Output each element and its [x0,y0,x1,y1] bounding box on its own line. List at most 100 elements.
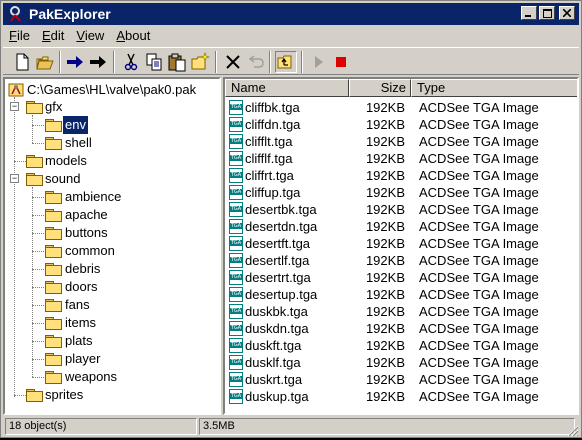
maximize-button[interactable] [539,6,555,20]
tree-item-apache-label[interactable]: apache [65,206,108,224]
tree-item-sprites-label[interactable]: sprites [45,386,83,404]
app-icon [7,5,25,23]
folder-icon [45,227,62,240]
table-row[interactable]: desertft.tga 192KB ACDSee TGA Image [225,235,577,252]
table-row[interactable]: desertdn.tga 192KB ACDSee TGA Image [225,218,577,235]
table-row[interactable]: duskbk.tga 192KB ACDSee TGA Image [225,303,577,320]
folder-icon [45,191,62,204]
tree-item-plats-label[interactable]: plats [65,332,92,350]
file-name: cliffup.tga [245,185,301,200]
file-type: ACDSee TGA Image [419,389,539,404]
table-row[interactable]: cliffbk.tga 192KB ACDSee TGA Image [225,99,577,116]
move-right-icon[interactable] [64,51,86,73]
file-type: ACDSee TGA Image [419,321,539,336]
menu-file[interactable]: File [3,27,36,45]
table-row[interactable]: desertup.tga 192KB ACDSee TGA Image [225,286,577,303]
tree-item-sound-expander[interactable]: − [10,174,19,183]
tga-file-icon [229,219,243,234]
file-size: 192KB [365,151,405,166]
tree-item-gfx-expander[interactable]: − [10,102,19,111]
column-header-type[interactable]: Type [411,79,577,97]
tree-item-gfx-label[interactable]: gfx [45,98,62,116]
file-type: ACDSee TGA Image [419,270,539,285]
file-type: ACDSee TGA Image [419,117,539,132]
menu-about[interactable]: About [110,27,156,45]
file-type: ACDSee TGA Image [419,304,539,319]
tree-item-sound-label[interactable]: sound [45,170,80,188]
tree-item-common-label[interactable]: common [65,242,115,260]
delete-icon[interactable] [222,51,244,73]
file-size: 192KB [365,100,405,115]
table-row[interactable]: cliffdn.tga 192KB ACDSee TGA Image [225,116,577,133]
tree-item-doors-label[interactable]: doors [65,278,98,296]
title-bar[interactable]: PakExplorer [3,3,579,25]
tga-file-icon [229,134,243,149]
play-icon[interactable] [307,51,329,73]
file-size: 192KB [365,202,405,217]
folder-icon [45,209,62,222]
file-size: 192KB [365,185,405,200]
tga-file-icon [229,304,243,319]
tree-item-env-label[interactable]: env [62,115,89,135]
table-row[interactable]: duskdn.tga 192KB ACDSee TGA Image [225,320,577,337]
move-right-black-icon[interactable] [87,51,109,73]
new-file-icon[interactable] [11,51,33,73]
status-total-size: 3.5MB [199,418,575,435]
tga-file-icon [229,270,243,285]
folder-icon [45,245,62,258]
table-row[interactable]: dusklf.tga 192KB ACDSee TGA Image [225,354,577,371]
file-type: ACDSee TGA Image [419,355,539,370]
column-header-size[interactable]: Size [349,79,411,97]
tree-item-items-label[interactable]: items [65,314,96,332]
table-row[interactable]: desertlf.tga 192KB ACDSee TGA Image [225,252,577,269]
menu-edit[interactable]: Edit [36,27,70,45]
table-row[interactable]: clifflt.tga 192KB ACDSee TGA Image [225,133,577,150]
tga-file-icon [229,321,243,336]
tree-item-buttons-label[interactable]: buttons [65,224,108,242]
table-row[interactable]: duskrt.tga 192KB ACDSee TGA Image [225,371,577,388]
folder-up-icon[interactable] [275,51,297,73]
menu-bar: File Edit View About [3,27,156,45]
tga-file-icon [229,202,243,217]
menu-view[interactable]: View [70,27,110,45]
file-type: ACDSee TGA Image [419,372,539,387]
folder-icon [45,371,62,384]
column-header-name[interactable]: Name [225,79,349,97]
stop-icon[interactable] [330,51,352,73]
table-row[interactable]: duskft.tga 192KB ACDSee TGA Image [225,337,577,354]
folder-icon [26,389,43,402]
tree-item-fans-label[interactable]: fans [65,296,90,314]
open-folder-icon[interactable] [34,51,56,73]
file-type: ACDSee TGA Image [419,338,539,353]
folder-icon [26,155,43,168]
file-list-pane[interactable]: Name Size Type cliffbk.tga 192KB ACDSee TG… [223,77,579,415]
resize-grip-icon[interactable] [565,423,579,437]
new-folder-icon[interactable] [189,51,211,73]
tree-item-models-label[interactable]: models [45,152,87,170]
tga-file-icon [229,117,243,132]
table-row[interactable]: desertbk.tga 192KB ACDSee TGA Image [225,201,577,218]
table-row[interactable]: duskup.tga 192KB ACDSee TGA Image [225,388,577,405]
undo-icon[interactable] [245,51,267,73]
table-row[interactable]: cliffup.tga 192KB ACDSee TGA Image [225,184,577,201]
folder-icon [45,263,62,276]
table-row[interactable]: desertrt.tga 192KB ACDSee TGA Image [225,269,577,286]
tree-item-debris-label[interactable]: debris [65,260,100,278]
close-button[interactable] [559,6,575,20]
file-size: 192KB [365,304,405,319]
tree-item-shell-label[interactable]: shell [65,134,92,152]
tree-item-player-label[interactable]: player [65,350,100,368]
paste-icon[interactable] [166,51,188,73]
file-size: 192KB [365,372,405,387]
file-name: duskup.tga [245,389,309,404]
table-row[interactable]: cliffrt.tga 192KB ACDSee TGA Image [225,167,577,184]
folder-icon [45,119,62,132]
tree-item-weapons-label[interactable]: weapons [65,368,117,386]
tga-file-icon [229,355,243,370]
copy-icon[interactable] [143,51,165,73]
folder-icon [26,101,43,114]
tree-item-ambience-label[interactable]: ambience [65,188,121,206]
table-row[interactable]: clifflf.tga 192KB ACDSee TGA Image [225,150,577,167]
minimize-button[interactable] [521,6,537,20]
cut-icon[interactable] [120,51,142,73]
